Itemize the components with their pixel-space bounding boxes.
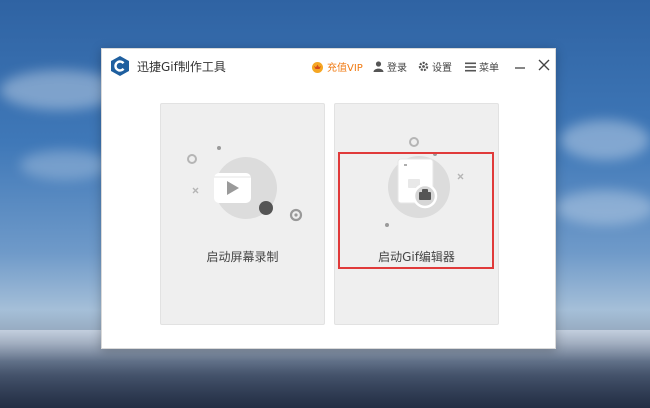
vip-button[interactable]: 充值VIP <box>311 59 363 74</box>
screen-record-label: 启动屏幕录制 <box>206 250 279 264</box>
vip-label: 充值VIP <box>327 63 363 74</box>
screen-record-card[interactable]: 启动屏幕录制 <box>160 103 325 325</box>
menu-button[interactable]: 菜单 <box>465 59 499 74</box>
app-title: 迅捷Gif制作工具 <box>137 60 226 74</box>
background-cloud <box>560 120 650 160</box>
background-cloud <box>555 190 650 225</box>
app-window: 迅捷Gif制作工具 充值VIP 登录 设置 菜单 启动屏幕录制 启动Gif编辑器 <box>101 48 556 349</box>
video-play-icon <box>187 146 303 222</box>
settings-label: 设置 <box>432 63 452 74</box>
app-logo-icon <box>111 56 129 76</box>
hamburger-icon <box>465 62 476 71</box>
user-icon <box>373 61 384 72</box>
background-cloud <box>20 150 110 180</box>
gear-icon <box>418 61 429 72</box>
title-bar[interactable]: 迅捷Gif制作工具 充值VIP 登录 设置 菜单 <box>102 49 555 83</box>
highlight-box <box>338 152 494 269</box>
crown-icon <box>312 61 323 73</box>
close-icon[interactable] <box>535 56 553 74</box>
minimize-icon[interactable] <box>511 56 529 74</box>
login-label: 登录 <box>387 63 407 74</box>
settings-button[interactable]: 设置 <box>418 59 452 74</box>
menu-label: 菜单 <box>479 63 499 74</box>
login-button[interactable]: 登录 <box>373 59 407 74</box>
